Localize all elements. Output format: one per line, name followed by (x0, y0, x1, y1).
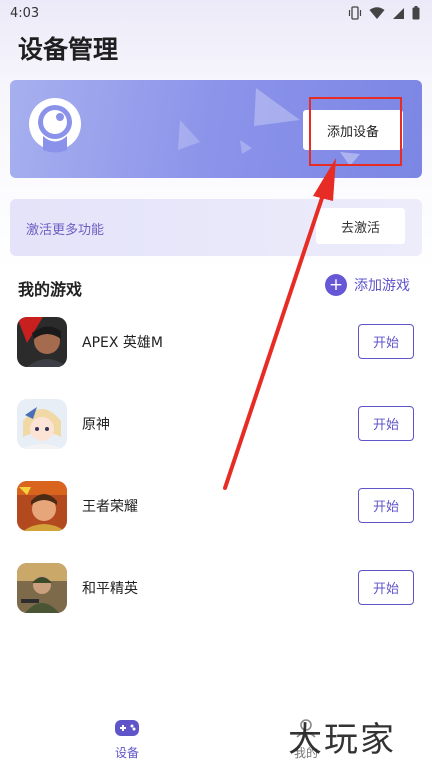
nav-tab-devices[interactable]: 设备 (94, 718, 160, 761)
annotation-arrow (223, 158, 336, 490)
nav-label-devices: 设备 (114, 746, 139, 760)
watermark: 大玩家 (288, 720, 396, 760)
gamepad-icon (115, 720, 139, 736)
